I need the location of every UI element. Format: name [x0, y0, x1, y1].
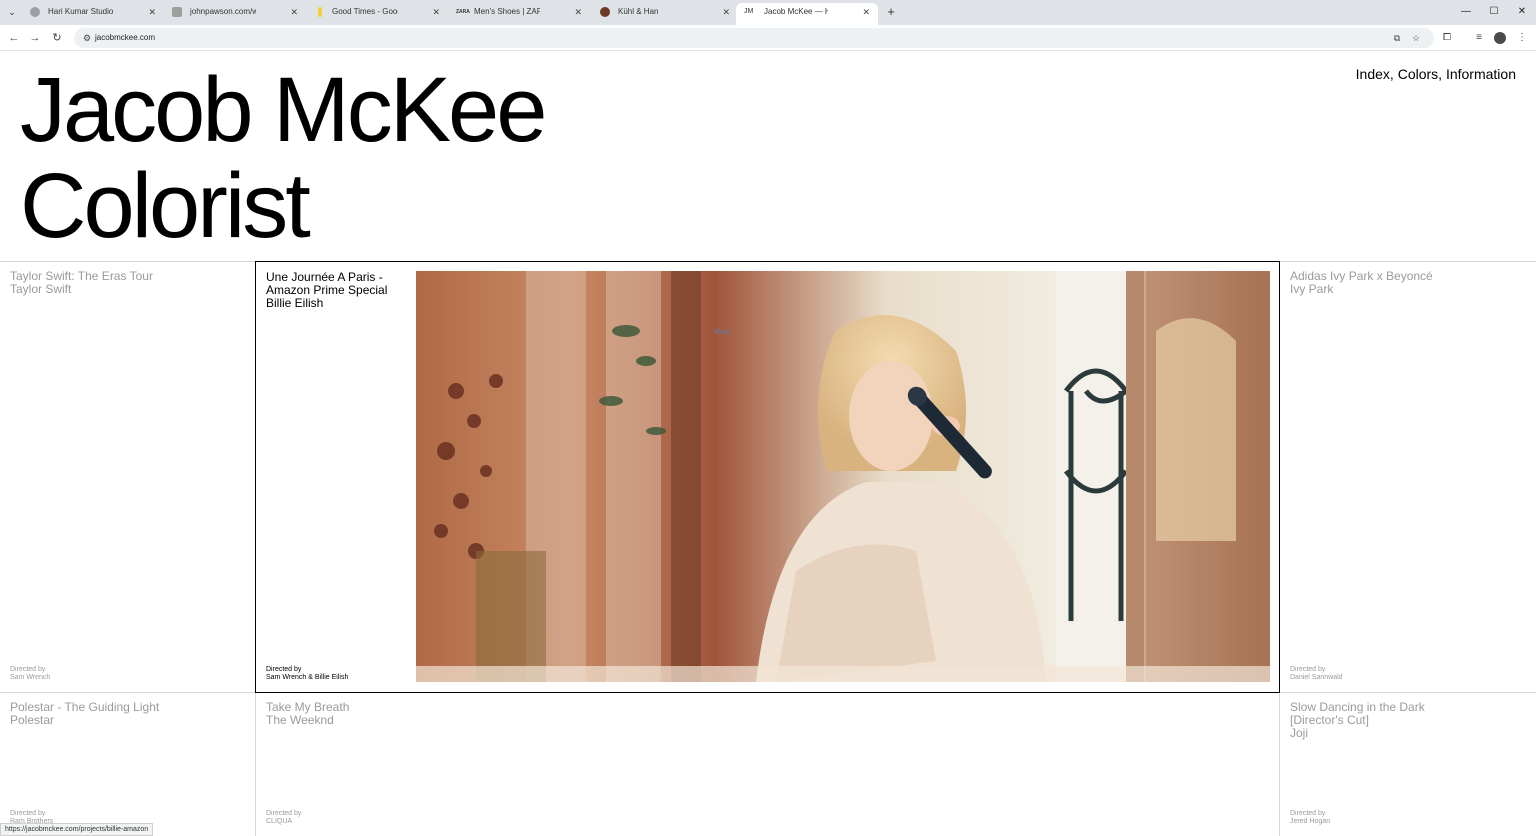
directed-by-label: Directed by [1290, 666, 1326, 673]
project-title: Take My Breath The Weeknd [266, 701, 349, 727]
address-bar[interactable]: ⚙ jacobmckee.com ⧉ ☆ [74, 28, 1434, 48]
project-card-polestar[interactable]: Polestar - The Guiding Light Polestar Di… [0, 693, 255, 836]
more-menu-icon[interactable]: ⋮ [1515, 30, 1529, 46]
browser-toolbar: ← → ↻ ⚙ jacobmckee.com ⧉ ☆ ⧠ ≡ ⋮ [0, 25, 1536, 51]
tab-johnpawson[interactable]: johnpawson.com/works/philipp ✕ [162, 3, 306, 25]
project-credit: Directed by Jered Hogan [1290, 810, 1330, 826]
tab-label: Kühl & Han [618, 7, 659, 16]
director-name: Daniel Sannwald [1290, 674, 1343, 681]
tab-good-times[interactable]: Good Times - Good Times ✕ [304, 3, 448, 25]
tab-label: Jacob McKee — Home [764, 7, 828, 16]
site-info-icon[interactable]: ⚙ [80, 30, 94, 46]
director-name: Sam Wrench [10, 674, 51, 681]
directed-by-label: Directed by [266, 810, 302, 817]
project-credit: Directed by Daniel Sannwald [1290, 666, 1343, 682]
top-navigation: Index, Colors, Information [1356, 66, 1516, 82]
project-subtitle: [Director's Cut] [1290, 713, 1369, 727]
project-card-ivy-park[interactable]: Adidas Ivy Park x Beyoncé Ivy Park Direc… [1280, 262, 1536, 692]
bookmark-star-icon[interactable]: ☆ [1409, 30, 1423, 46]
tab-label: johnpawson.com/works/philipp [190, 7, 256, 16]
site-name[interactable]: Jacob McKee [20, 62, 547, 158]
project-card-eras-tour[interactable]: Taylor Swift: The Eras Tour Taylor Swift… [0, 262, 255, 692]
url-text[interactable]: jacobmckee.com [95, 28, 155, 48]
project-preview-image[interactable] [416, 271, 1270, 682]
project-title: Slow Dancing in the Dark [Director's Cut… [1290, 701, 1425, 740]
tab-strip: ⌄ Hari Kumar Studio ✕ johnpawson.com/wor… [0, 0, 1536, 25]
nav-separator: , [1389, 66, 1398, 82]
directed-by-label: Directed by [266, 666, 302, 673]
tab-jacob-mckee[interactable]: JM Jacob McKee — Home ✕ [736, 3, 878, 25]
close-tab-icon[interactable]: ✕ [722, 3, 730, 21]
media-controls-icon[interactable]: ≡ [1472, 30, 1486, 46]
project-title: Adidas Ivy Park x Beyoncé Ivy Park [1290, 270, 1433, 296]
project-title: Polestar - The Guiding Light Polestar [10, 701, 159, 727]
tab-hari-kumar-studio[interactable]: Hari Kumar Studio ✕ [20, 3, 164, 25]
tab-favicon-icon [600, 7, 610, 17]
project-title: Une Journée A Paris - Amazon Prime Speci… [266, 271, 387, 310]
jm-logo-icon: JM [744, 8, 754, 15]
project-client: Taylor Swift [10, 282, 72, 296]
project-client: The Weeknd [266, 713, 334, 727]
extensions-puzzle-icon[interactable]: ⧠ [1440, 30, 1454, 46]
new-tab-plus-icon[interactable]: + [884, 4, 898, 20]
nav-colors-link[interactable]: Colors [1398, 66, 1438, 82]
project-card-slow-dancing[interactable]: Slow Dancing in the Dark [Director's Cut… [1280, 693, 1536, 836]
close-window-icon[interactable]: ✕ [1514, 4, 1530, 20]
project-title: Taylor Swift: The Eras Tour Taylor Swift [10, 270, 153, 296]
back-arrow-icon[interactable]: ← [7, 30, 21, 46]
profile-avatar-icon[interactable] [1494, 32, 1506, 44]
more-link[interactable]: More [714, 329, 730, 336]
project-client: Polestar [10, 713, 55, 727]
directed-by-label: Directed by [1290, 810, 1326, 817]
director-name: CLIQUA [266, 818, 293, 825]
zara-logo-icon: ZARA [456, 9, 470, 15]
tab-label: Hari Kumar Studio [48, 7, 114, 16]
nav-index-link[interactable]: Index [1356, 66, 1390, 82]
billie-eilish-performance-image [416, 271, 1270, 682]
install-app-icon[interactable]: ⧉ [1390, 30, 1404, 46]
tab-zara[interactable]: ZARA Men's Shoes | ZARA United Kin ✕ [446, 3, 590, 25]
close-tab-icon[interactable]: ✕ [574, 3, 582, 21]
tab-favicon-icon [30, 7, 40, 17]
tab-label: Good Times - Good Times [332, 7, 398, 16]
close-tab-icon[interactable]: ✕ [862, 3, 870, 21]
directed-by-label: Directed by [10, 666, 46, 673]
nav-information-link[interactable]: Information [1446, 66, 1516, 82]
tab-favicon-icon [318, 7, 322, 17]
director-name: Sam Wrench & Billie Eilish [266, 674, 349, 681]
project-credit: Directed by Sam Wrench [10, 666, 50, 682]
minimize-icon[interactable]: — [1458, 4, 1474, 20]
project-client: Ivy Park [1290, 282, 1334, 296]
tab-search-chevron-icon[interactable]: ⌄ [4, 4, 20, 20]
link-status-bar: https://jacobmckee.com/projects/billie-a… [0, 823, 154, 836]
site-role: Colorist [20, 155, 311, 257]
reload-icon[interactable]: ↻ [50, 30, 64, 46]
maximize-icon[interactable]: ☐ [1486, 4, 1502, 20]
close-tab-icon[interactable]: ✕ [290, 3, 298, 21]
project-credit: Directed by CLIQUA [266, 810, 301, 826]
tab-favicon-icon [172, 7, 182, 17]
project-credit: Directed by Sam Wrench & Billie Eilish [266, 666, 348, 682]
tab-kuhl-han[interactable]: Kühl & Han ✕ [590, 3, 738, 25]
forward-arrow-icon[interactable]: → [28, 30, 42, 46]
tab-label: Men's Shoes | ZARA United Kin [474, 7, 540, 16]
project-client: Billie Eilish [266, 296, 324, 310]
directed-by-label: Directed by [10, 810, 46, 817]
project-card-take-my-breath[interactable]: Take My Breath The Weeknd Directed by CL… [256, 693, 1279, 836]
nav-separator: , [1438, 66, 1446, 82]
site-header-title: Jacob McKee Colorist [20, 62, 547, 257]
director-name: Jered Hogan [1290, 818, 1331, 825]
close-tab-icon[interactable]: ✕ [148, 3, 156, 21]
project-client: Joji [1290, 726, 1309, 740]
close-tab-icon[interactable]: ✕ [432, 3, 440, 21]
